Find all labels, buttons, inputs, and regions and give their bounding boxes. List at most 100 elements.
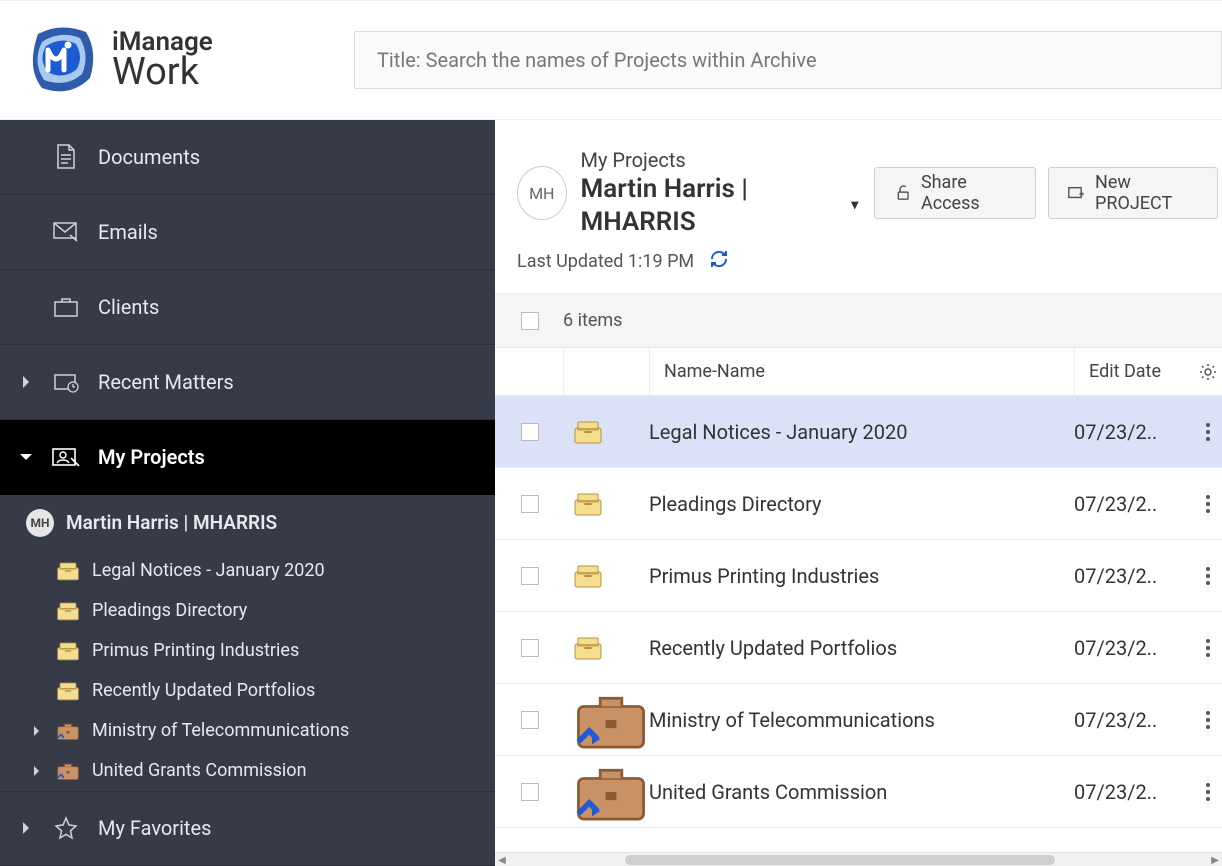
sidebar-item-label: Emails: [98, 220, 158, 244]
table-row[interactable]: Pleadings Directory07/23/2..: [495, 468, 1222, 540]
sidebar-item-label: Documents: [98, 145, 200, 169]
sidebar-project-label: United Grants Commission: [92, 760, 307, 781]
content: MH My Projects Martin Harris | MHARRIS ▾…: [495, 120, 1222, 866]
sidebar-item-my-favorites[interactable]: My Favorites: [0, 791, 495, 866]
app-name-2: Work: [112, 53, 213, 91]
scroll-left-icon[interactable]: ◀: [495, 853, 509, 866]
row-checkbox[interactable]: [521, 567, 539, 585]
sidebar-item-label: My Favorites: [98, 816, 211, 840]
star-icon: [52, 816, 80, 840]
row-name: Legal Notices - January 2020: [649, 420, 1074, 444]
sidebar-item-clients[interactable]: Clients: [0, 270, 495, 345]
row-name: Recently Updated Portfolios: [649, 636, 1074, 660]
topbar: iManage Work Title: Search the names of …: [0, 0, 1222, 120]
row-checkbox[interactable]: [521, 639, 539, 657]
row-checkbox[interactable]: [521, 711, 539, 729]
sidebar-item-label: My Projects: [98, 445, 205, 469]
document-icon: [52, 144, 80, 170]
sidebar-item-emails[interactable]: Emails: [0, 195, 495, 270]
row-checkbox[interactable]: [521, 783, 539, 801]
share-access-label: Share Access: [921, 172, 1017, 214]
table-row[interactable]: Legal Notices - January 202007/23/2..: [495, 396, 1222, 468]
avatar-icon: MH: [26, 509, 54, 537]
sidebar-item-my-projects[interactable]: My Projects: [0, 420, 495, 495]
row-checkbox[interactable]: [521, 423, 539, 441]
archive-box-icon: [56, 559, 80, 583]
row-name: Pleadings Directory: [649, 492, 1074, 516]
row-checkbox[interactable]: [521, 495, 539, 513]
briefcase-icon: [52, 296, 80, 318]
new-project-button[interactable]: New PROJECT: [1048, 167, 1218, 219]
sidebar-item-documents[interactable]: Documents: [0, 120, 495, 195]
search-placeholder: Title: Search the names of Projects with…: [377, 48, 817, 72]
owner-avatar: MH: [517, 166, 567, 220]
sidebar-project-label: Legal Notices - January 2020: [92, 560, 325, 581]
sidebar-item-label: Recent Matters: [98, 370, 234, 394]
sidebar-user-label: Martin Harris | MHARRIS: [66, 511, 277, 534]
share-access-button[interactable]: Share Access: [874, 167, 1036, 219]
row-name: Ministry of Telecommunications: [649, 708, 1074, 732]
sidebar-item-label: Clients: [98, 295, 159, 319]
sidebar-item-recent-matters[interactable]: Recent Matters: [0, 345, 495, 420]
sidebar-project-label: Recently Updated Portfolios: [92, 680, 315, 701]
caret-down-icon: ▾: [851, 197, 858, 215]
scroll-right-icon[interactable]: ▶: [1208, 853, 1222, 866]
section-title: My Projects: [581, 148, 859, 173]
row-name: United Grants Commission: [649, 780, 1074, 804]
owner-name: Martin Harris | MHARRIS: [581, 173, 844, 238]
row-menu-icon[interactable]: [1194, 710, 1222, 730]
chevron-down-icon: [18, 452, 34, 462]
owner-block: MH My Projects Martin Harris | MHARRIS ▾: [517, 148, 858, 238]
sidebar-subnav: MH Martin Harris | MHARRIS Legal Notices…: [0, 495, 495, 791]
briefcase-icon: [563, 717, 649, 853]
sidebar-project-label: Primus Printing Industries: [92, 640, 299, 661]
archive-box-icon: [563, 419, 649, 445]
select-all-checkbox[interactable]: [521, 312, 539, 330]
sidebar-project-label: Pleadings Directory: [92, 600, 247, 621]
rows: Legal Notices - January 202007/23/2..Ple…: [495, 396, 1222, 852]
list-summary: 6 items: [495, 294, 1222, 348]
recent-icon: [52, 371, 80, 393]
row-menu-icon[interactable]: [1194, 782, 1222, 802]
sidebar-project-item[interactable]: Pleadings Directory: [0, 591, 495, 631]
briefcase-icon: [56, 759, 80, 783]
archive-box-icon: [563, 563, 649, 589]
archive-box-icon: [563, 491, 649, 517]
email-icon: [52, 222, 80, 242]
row-edit-date: 07/23/2..: [1074, 564, 1194, 588]
row-menu-icon[interactable]: [1194, 566, 1222, 586]
row-menu-icon[interactable]: [1194, 422, 1222, 442]
last-updated-label: Last Updated 1:19 PM: [517, 251, 694, 272]
archive-box-icon: [56, 679, 80, 703]
chevron-right-icon: [18, 821, 34, 835]
chevron-right-icon: [30, 765, 44, 777]
search-input[interactable]: Title: Search the names of Projects with…: [354, 31, 1222, 89]
columns-gear-icon[interactable]: [1194, 363, 1222, 381]
sidebar-project-item[interactable]: United Grants Commission: [0, 751, 495, 791]
archive-box-icon: [56, 599, 80, 623]
owner-name-dropdown[interactable]: Martin Harris | MHARRIS ▾: [581, 173, 859, 238]
sidebar-project-item[interactable]: Legal Notices - January 2020: [0, 551, 495, 591]
app-logo: iManage Work: [20, 20, 330, 100]
chevron-right-icon: [18, 375, 34, 389]
chevron-right-icon: [30, 725, 44, 737]
projects-icon: [52, 446, 80, 468]
item-count: 6 items: [563, 310, 622, 331]
archive-box-icon: [56, 639, 80, 663]
row-edit-date: 07/23/2..: [1074, 780, 1194, 804]
col-name[interactable]: Name-Name: [649, 348, 1074, 395]
row-edit-date: 07/23/2..: [1074, 420, 1194, 444]
sidebar-project-label: Ministry of Telecommunications: [92, 720, 349, 741]
horizontal-scrollbar[interactable]: ◀ ▶: [495, 852, 1222, 866]
row-edit-date: 07/23/2..: [1074, 636, 1194, 660]
scroll-thumb[interactable]: [625, 855, 1055, 865]
row-menu-icon[interactable]: [1194, 638, 1222, 658]
table-row[interactable]: United Grants Commission07/23/2..: [495, 756, 1222, 828]
logo-icon: [20, 20, 100, 100]
col-edit-date[interactable]: Edit Date: [1074, 348, 1194, 395]
row-menu-icon[interactable]: [1194, 494, 1222, 514]
sidebar-user[interactable]: MH Martin Harris | MHARRIS: [0, 495, 495, 551]
refresh-icon[interactable]: [708, 248, 730, 275]
table-row[interactable]: Primus Printing Industries07/23/2..: [495, 540, 1222, 612]
new-project-label: New PROJECT: [1095, 172, 1199, 214]
